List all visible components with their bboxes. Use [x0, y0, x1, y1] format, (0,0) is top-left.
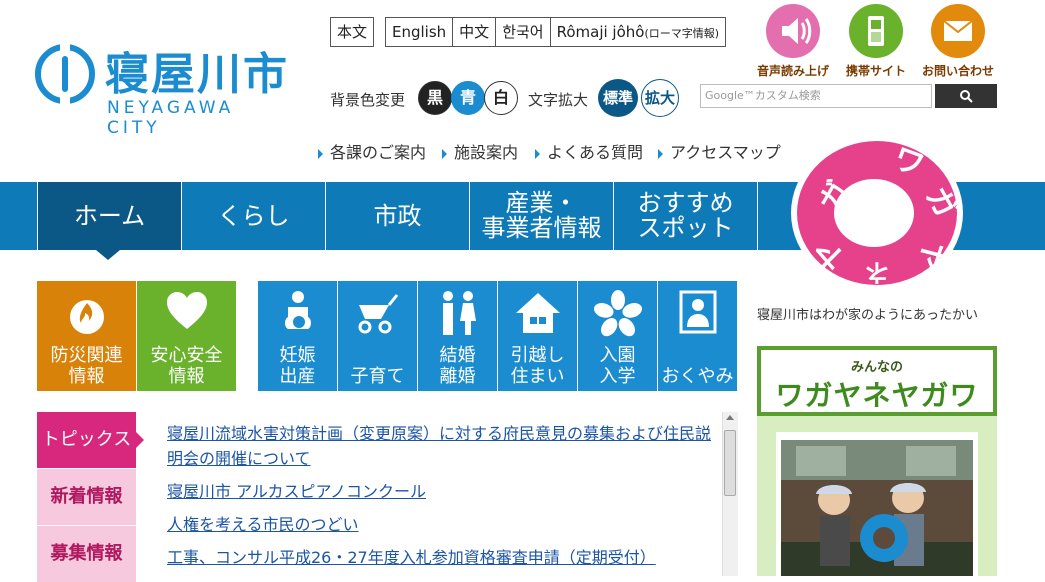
- tile-marriage[interactable]: 結婚 離婚: [418, 281, 498, 391]
- tile-condolence-label: おくやみ: [661, 366, 734, 387]
- romaji-label: Rômaji jôhô: [556, 23, 645, 41]
- tile-moving[interactable]: 引越し 住まい: [498, 281, 578, 391]
- cherry-blossom-icon: [593, 289, 642, 341]
- lang-korean[interactable]: 한국어: [496, 18, 551, 46]
- sublink-departments[interactable]: 各課のご案内: [318, 139, 426, 163]
- tab-active-indicator: [136, 432, 144, 448]
- bg-black-button[interactable]: 黒: [418, 81, 452, 115]
- nav-active-indicator: [96, 250, 120, 260]
- memorial-icon: [678, 289, 718, 341]
- house-icon: [514, 289, 562, 341]
- main-text-link[interactable]: 本文: [330, 17, 375, 47]
- mail-icon: [931, 4, 985, 58]
- tile-marriage-label: 結婚 離婚: [439, 345, 476, 387]
- mascot-widget-header[interactable]: みんなの ワガヤネヤガワ: [757, 346, 997, 416]
- search-icon: [960, 90, 973, 103]
- sublink-access-map[interactable]: アクセスマップ: [658, 139, 781, 163]
- mobile-phone-icon: [849, 4, 903, 58]
- search-button[interactable]: [935, 84, 997, 108]
- tile-childcare-label: 子育て: [350, 366, 405, 387]
- logo-english: NEYAGAWA CITY: [107, 98, 235, 138]
- tile-school[interactable]: 入園 入学: [578, 281, 658, 391]
- lang-english[interactable]: English: [386, 18, 454, 46]
- tile-moving-label: 引越し 住まい: [510, 345, 565, 387]
- widget-small-label: みんなの: [850, 360, 903, 375]
- tile-pregnancy[interactable]: 妊娠 出産: [258, 281, 338, 391]
- topic-link[interactable]: 寝屋川市 アルカスピアノコンクール: [167, 479, 717, 504]
- text-size-large-button[interactable]: 拡大: [641, 79, 679, 117]
- tab-topics[interactable]: トピックス: [37, 412, 136, 468]
- nav-city-admin[interactable]: 市政: [325, 182, 469, 250]
- mascot-caption: 寝屋川市はわが家のようにあったかい: [757, 308, 979, 323]
- contact-link[interactable]: お問い合わせ: [918, 4, 998, 79]
- tile-condolence[interactable]: おくやみ: [658, 281, 737, 391]
- lang-romaji[interactable]: Rômaji jôhô(ローマ字情報): [551, 18, 725, 46]
- text-size-standard-button[interactable]: 標準: [598, 79, 638, 117]
- city-emblem-icon: [35, 44, 95, 104]
- children-photo: [781, 440, 973, 576]
- tile-childcare[interactable]: 子育て: [338, 281, 418, 391]
- main-text-label[interactable]: 本文: [331, 18, 373, 46]
- scrollbar-thumb[interactable]: [724, 430, 736, 496]
- widget-photo-frame: [776, 432, 978, 576]
- scroll-up-icon[interactable]: [726, 415, 734, 420]
- tile-school-label: 入園 入学: [599, 345, 636, 387]
- city-logo[interactable]: 寝屋川市 NEYAGAWA CITY: [35, 38, 295, 138]
- bg-white-button[interactable]: 白: [484, 81, 518, 115]
- language-selector: English 中文 한국어 Rômaji jôhô(ローマ字情報): [385, 17, 727, 47]
- sublink-facilities[interactable]: 施設案内: [442, 139, 518, 163]
- bg-blue-button[interactable]: 青: [451, 81, 485, 115]
- romaji-note: (ローマ字情報): [644, 27, 720, 40]
- tile-safety-label: 安心安全 情報: [150, 345, 223, 387]
- logo-name: 寝屋川市: [105, 49, 289, 100]
- mobile-site-link[interactable]: 携帯サイト: [836, 4, 916, 79]
- tile-pregnancy-label: 妊娠 出産: [279, 345, 316, 387]
- couple-icon: [435, 289, 481, 341]
- bg-color-label: 背景色変更: [330, 91, 406, 109]
- heart-icon: [164, 289, 210, 337]
- text-size-label: 文字拡大: [528, 91, 589, 109]
- stroller-icon: [351, 289, 405, 341]
- tab-recruitment[interactable]: 募集情報: [37, 526, 136, 582]
- nav-spots[interactable]: おすすめ スポット: [613, 182, 758, 250]
- contact-label: お問い合わせ: [921, 64, 994, 78]
- voice-reader-label: 音声読み上げ: [756, 64, 829, 78]
- nav-living[interactable]: くらし: [181, 182, 325, 250]
- speaker-icon: [766, 4, 820, 58]
- tile-safety[interactable]: 安心安全 情報: [137, 281, 236, 391]
- topic-link[interactable]: 寝屋川流域水害対策計画（変更原案）に対する府民意見の募集および住民説明会の開催に…: [167, 421, 717, 471]
- sublink-faq[interactable]: よくある質問: [535, 139, 643, 163]
- mascot-char: ネ: [865, 258, 889, 286]
- mascot-logo[interactable]: ワ ガ ヤ ネ ヤ ガ: [787, 135, 971, 295]
- topics-scrollbar[interactable]: [722, 412, 738, 576]
- tab-news[interactable]: 新着情報: [37, 469, 136, 525]
- fire-icon: [67, 289, 107, 341]
- mobile-site-label: 携帯サイト: [845, 64, 906, 78]
- widget-title: ワガヤネヤガワ: [775, 379, 979, 412]
- voice-reader-link[interactable]: 音声読み上げ: [753, 4, 833, 79]
- search-input[interactable]: Google™カスタム検索: [700, 84, 932, 108]
- tile-disaster-label: 防災関連 情報: [50, 345, 123, 387]
- nav-industry[interactable]: 産業・ 事業者情報: [469, 182, 613, 250]
- pregnancy-icon: [278, 289, 318, 341]
- tile-disaster[interactable]: 防災関連 情報: [37, 281, 136, 391]
- nav-home[interactable]: ホーム: [37, 182, 181, 250]
- topic-link[interactable]: 人権を考える市民のつどい: [167, 512, 717, 537]
- lang-chinese[interactable]: 中文: [453, 18, 497, 46]
- topic-link[interactable]: 工事、コンサル平成26・27年度入札参加資格審査申請（定期受付）: [167, 545, 717, 570]
